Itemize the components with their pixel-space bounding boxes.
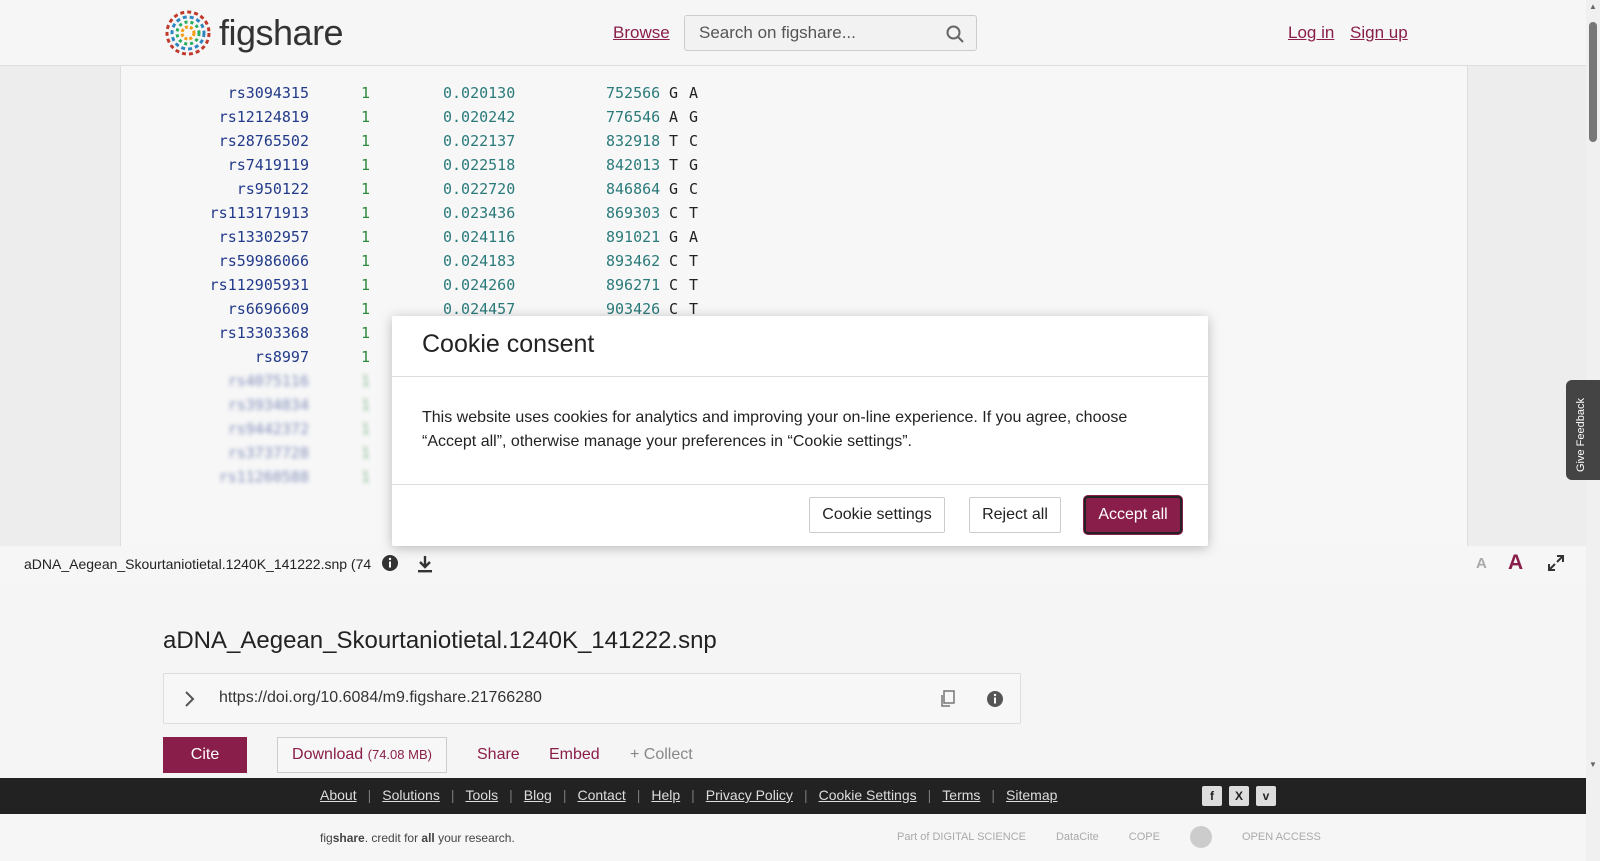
cookie-consent-dialog: Cookie consent This website uses cookies… xyxy=(392,316,1208,546)
cookie-settings-button[interactable]: Cookie settings xyxy=(809,497,945,533)
modal-title: Cookie consent xyxy=(422,330,595,358)
modal-body: This website uses cookies for analytics … xyxy=(422,409,1128,450)
divider xyxy=(392,376,1208,377)
divider xyxy=(392,484,1208,485)
modal-overlay: Cookie consent This website uses cookies… xyxy=(0,0,1600,861)
reject-all-button[interactable]: Reject all xyxy=(969,497,1061,533)
accept-all-button[interactable]: Accept all xyxy=(1084,496,1182,534)
